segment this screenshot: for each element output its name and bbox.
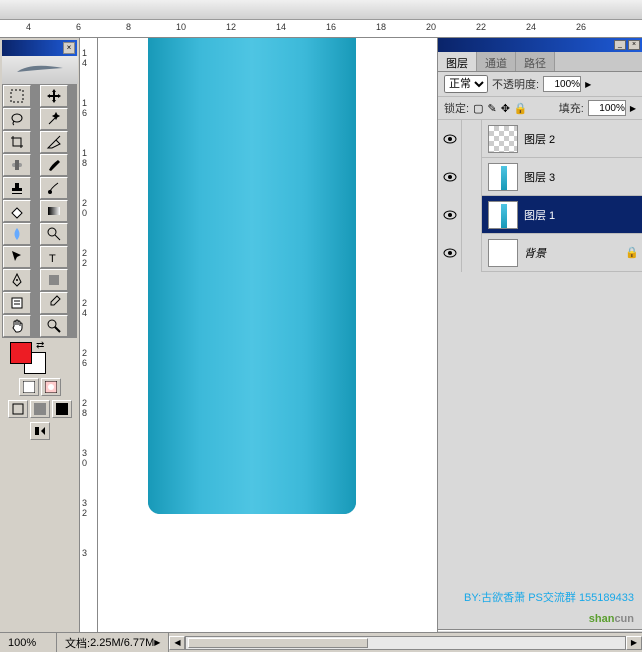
- history-brush-tool[interactable]: [40, 177, 68, 199]
- vertical-ruler: 1 4 1 6 1 8 2 0 2 2 2 4 2 6 2 8 3 0 3 2 …: [80, 38, 98, 652]
- screen-standard-button[interactable]: [8, 400, 28, 418]
- brush-tool[interactable]: [40, 154, 68, 176]
- lasso-tool[interactable]: [3, 108, 31, 130]
- layer-thumbnail: [488, 201, 518, 229]
- visibility-toggle[interactable]: [438, 158, 462, 196]
- doc-info-flyout-icon[interactable]: ▶: [154, 638, 160, 647]
- opacity-flyout-icon[interactable]: ▶: [585, 80, 591, 89]
- link-cell[interactable]: [462, 234, 482, 272]
- statusbar: 文档:2.25M/6.77M▶ ◀ ▶: [0, 632, 642, 652]
- tab-layers[interactable]: 图层: [438, 52, 477, 71]
- eyedropper-tool[interactable]: [40, 292, 68, 314]
- close-icon[interactable]: ×: [63, 42, 75, 54]
- zoom-input[interactable]: [8, 637, 48, 649]
- crop-tool[interactable]: [3, 131, 31, 153]
- layer-thumbnail: [488, 239, 518, 267]
- doc-size-value: 2.25M/6.77M: [90, 637, 154, 649]
- lock-all-icon[interactable]: 🔒: [514, 102, 528, 115]
- foreground-color-swatch[interactable]: [10, 342, 32, 364]
- layer-thumbnail: [488, 125, 518, 153]
- watermark: BY:古欲香萧 PS交流群 155189433 shancun: [464, 589, 634, 628]
- menubar: [0, 0, 642, 20]
- layer-name[interactable]: 图层 1: [524, 207, 642, 223]
- fill-label: 填充:: [559, 100, 584, 116]
- visibility-toggle[interactable]: [438, 120, 462, 158]
- layer-name[interactable]: 图层 2: [524, 131, 642, 147]
- type-tool[interactable]: T: [40, 246, 68, 268]
- blur-tool[interactable]: [3, 223, 31, 245]
- layer-row[interactable]: 背景 🔒: [438, 234, 642, 272]
- layer-name[interactable]: 背景: [524, 245, 622, 261]
- screen-full-menubar-button[interactable]: [30, 400, 50, 418]
- layer-row[interactable]: 图层 3: [438, 158, 642, 196]
- quickmask-mode-button[interactable]: [41, 378, 61, 396]
- lock-label: 锁定:: [444, 100, 469, 116]
- notes-tool[interactable]: [3, 292, 31, 314]
- opacity-input[interactable]: [543, 76, 581, 92]
- tab-channels[interactable]: 通道: [477, 52, 516, 71]
- screen-full-button[interactable]: [52, 400, 72, 418]
- lock-pixels-icon[interactable]: ✎: [487, 102, 496, 115]
- path-select-tool[interactable]: [3, 246, 31, 268]
- link-cell[interactable]: [462, 120, 482, 158]
- layer-thumbnail: [488, 163, 518, 191]
- horizontal-ruler: 4 6 8 10 12 14 16 18 20 22 24 26: [0, 20, 642, 38]
- zoom-tool[interactable]: [40, 315, 68, 337]
- horizontal-scrollbar[interactable]: ◀ ▶: [169, 635, 642, 651]
- slice-tool[interactable]: [40, 131, 68, 153]
- layer-name[interactable]: 图层 3: [524, 169, 642, 185]
- move-tool[interactable]: [40, 85, 68, 107]
- toolbox-header: ×: [2, 40, 77, 56]
- panel-header: _ ×: [438, 38, 642, 52]
- shape-tool[interactable]: [40, 269, 68, 291]
- layer-row[interactable]: 图层 2: [438, 120, 642, 158]
- wand-tool[interactable]: [40, 108, 68, 130]
- doc-size-label: 文档:: [65, 635, 90, 651]
- link-cell[interactable]: [462, 196, 482, 234]
- dodge-tool[interactable]: [40, 223, 68, 245]
- opacity-label: 不透明度:: [492, 76, 539, 92]
- jump-to-imageready-button[interactable]: [30, 422, 50, 440]
- close-icon[interactable]: ×: [628, 40, 640, 50]
- photoshop-logo: [2, 56, 78, 84]
- fill-flyout-icon[interactable]: ▶: [630, 104, 636, 113]
- scroll-right-button[interactable]: ▶: [626, 636, 642, 650]
- scroll-left-button[interactable]: ◀: [169, 636, 185, 650]
- scroll-thumb[interactable]: [188, 638, 368, 648]
- lock-transparency-icon[interactable]: ▢: [473, 102, 483, 115]
- toolbox: × T: [0, 38, 80, 652]
- artwork-cylinder: [148, 38, 356, 514]
- tab-paths[interactable]: 路径: [516, 52, 555, 71]
- stamp-tool[interactable]: [3, 177, 31, 199]
- panel-tabs: 图层 通道 路径: [438, 52, 642, 72]
- lock-icon: 🔒: [622, 246, 642, 259]
- svg-text:T: T: [49, 253, 56, 265]
- link-cell[interactable]: [462, 158, 482, 196]
- layers-panel: _ × 图层 通道 路径 正常 不透明度: ▶ 锁定: ▢ ✎ ✥ 🔒 填充: …: [437, 38, 642, 652]
- eraser-tool[interactable]: [3, 200, 31, 222]
- blend-mode-select[interactable]: 正常: [444, 75, 488, 93]
- visibility-toggle[interactable]: [438, 196, 462, 234]
- visibility-toggle[interactable]: [438, 234, 462, 272]
- hand-tool[interactable]: [3, 315, 31, 337]
- standard-mode-button[interactable]: [19, 378, 39, 396]
- color-picker[interactable]: ⇄: [2, 338, 77, 376]
- gradient-tool[interactable]: [40, 200, 68, 222]
- canvas[interactable]: [98, 38, 437, 652]
- swap-colors-icon[interactable]: ⇄: [36, 340, 44, 351]
- marquee-tool[interactable]: [3, 85, 31, 107]
- heal-tool[interactable]: [3, 154, 31, 176]
- fill-input[interactable]: [588, 100, 626, 116]
- minimize-icon[interactable]: _: [614, 40, 626, 50]
- lock-position-icon[interactable]: ✥: [501, 102, 510, 115]
- layer-row[interactable]: 图层 1: [438, 196, 642, 234]
- pen-tool[interactable]: [3, 269, 31, 291]
